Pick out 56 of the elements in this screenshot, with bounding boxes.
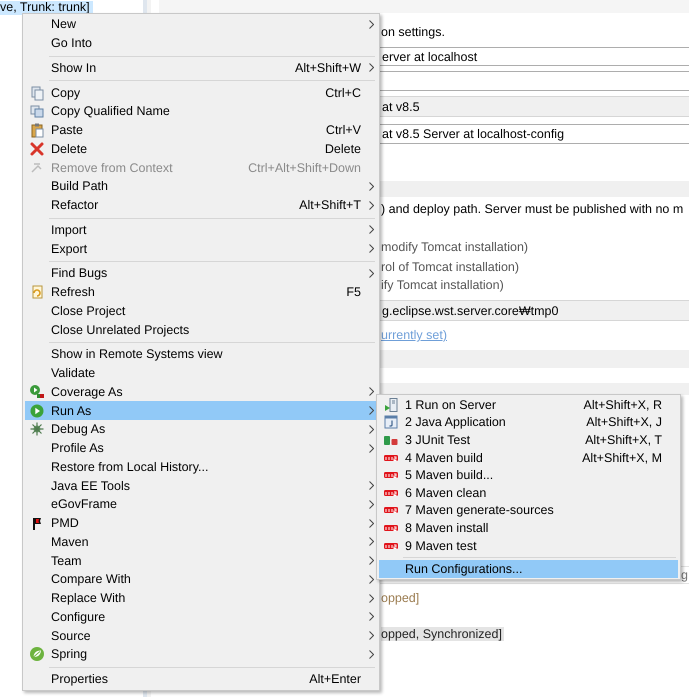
status-text: opped, Synchronized] [381,627,504,641]
menu-item[interactable]: Refresh F5 [25,282,377,302]
menu-item[interactable]: Compare With [25,570,377,589]
menu-item[interactable]: Profile As [25,438,377,458]
chevron-right-icon [368,63,374,72]
description-text: ) and deploy path. Server must be published with no m [381,202,684,216]
status-text: opped] [381,591,420,605]
menu-item[interactable]: Refactor Alt+Shift+T [25,196,377,214]
menu-item[interactable]: 7 Maven generate-sources [379,502,678,520]
menu-item[interactable]: 5 Maven build... [379,466,678,484]
menu-item[interactable]: Team [25,551,377,570]
menu-item[interactable]: Find Bugs [25,264,377,283]
chevron-right-icon [368,20,374,29]
option-text: rol of Tomcat installation) [381,260,520,274]
menu-item[interactable]: Validate [25,364,377,382]
menu-item[interactable]: Import [25,220,377,240]
menu-item[interactable]: 8 Maven install [379,519,678,537]
leaf-icon [29,646,45,662]
menu-item[interactable]: PMD [25,514,377,532]
menu-item[interactable]: Run Configurations... [379,560,678,578]
option-text: modify Tomcat installation) [381,240,528,254]
clipboard-icon [29,122,45,138]
menu-item[interactable]: Java EE Tools [25,476,377,495]
menu-item[interactable]: 6 Maven clean [379,484,678,502]
menu-item[interactable]: Source [25,626,377,645]
run-icon [29,402,45,419]
description-text: on settings. [381,25,445,39]
chevron-right-icon [368,268,374,278]
menu-item[interactable]: Build Path [25,177,377,196]
menu-item[interactable]: 3 JUnit Test Alt+Shift+X, T [379,431,678,449]
menu-item[interactable]: Restore from Local History... [25,458,377,476]
menu-item[interactable]: Replace With [25,588,377,608]
bug-icon [29,421,45,438]
menu-item[interactable]: Coverage As [25,382,377,402]
menu-item[interactable]: New [25,15,377,34]
menu-item[interactable]: Debug As [25,420,377,439]
menu-item[interactable]: eGovFrame [25,495,377,514]
menu-item[interactable]: 2 Java Application Alt+Shift+X, J [379,414,678,432]
option-text: ify Tomcat installation) [381,278,504,292]
menu-item[interactable]: 1 Run on Server Alt+Shift+X, R [379,396,678,414]
coverage-icon [29,384,45,400]
server-run-icon [383,396,399,413]
menu-item[interactable]: 9 Maven test [379,536,678,554]
menu-item[interactable]: Spring [25,645,377,664]
menu-item[interactable]: Show in Remote Systems view [25,345,377,364]
window-icon [383,414,399,430]
menu-item[interactable]: Properties Alt+Enter [25,670,377,688]
menu-item[interactable]: Configure [25,608,377,626]
menu-item[interactable]: 4 Maven build Alt+Shift+X, M [379,448,678,466]
menu-item[interactable]: Run As [25,401,377,420]
copy-icon [29,84,45,101]
menu-item[interactable]: Maven [25,532,377,552]
menu-item[interactable]: Export [25,239,377,258]
delete-icon [29,140,45,157]
copy-icon [29,103,45,120]
menu-item[interactable]: Close Unrelated Projects [25,320,377,339]
